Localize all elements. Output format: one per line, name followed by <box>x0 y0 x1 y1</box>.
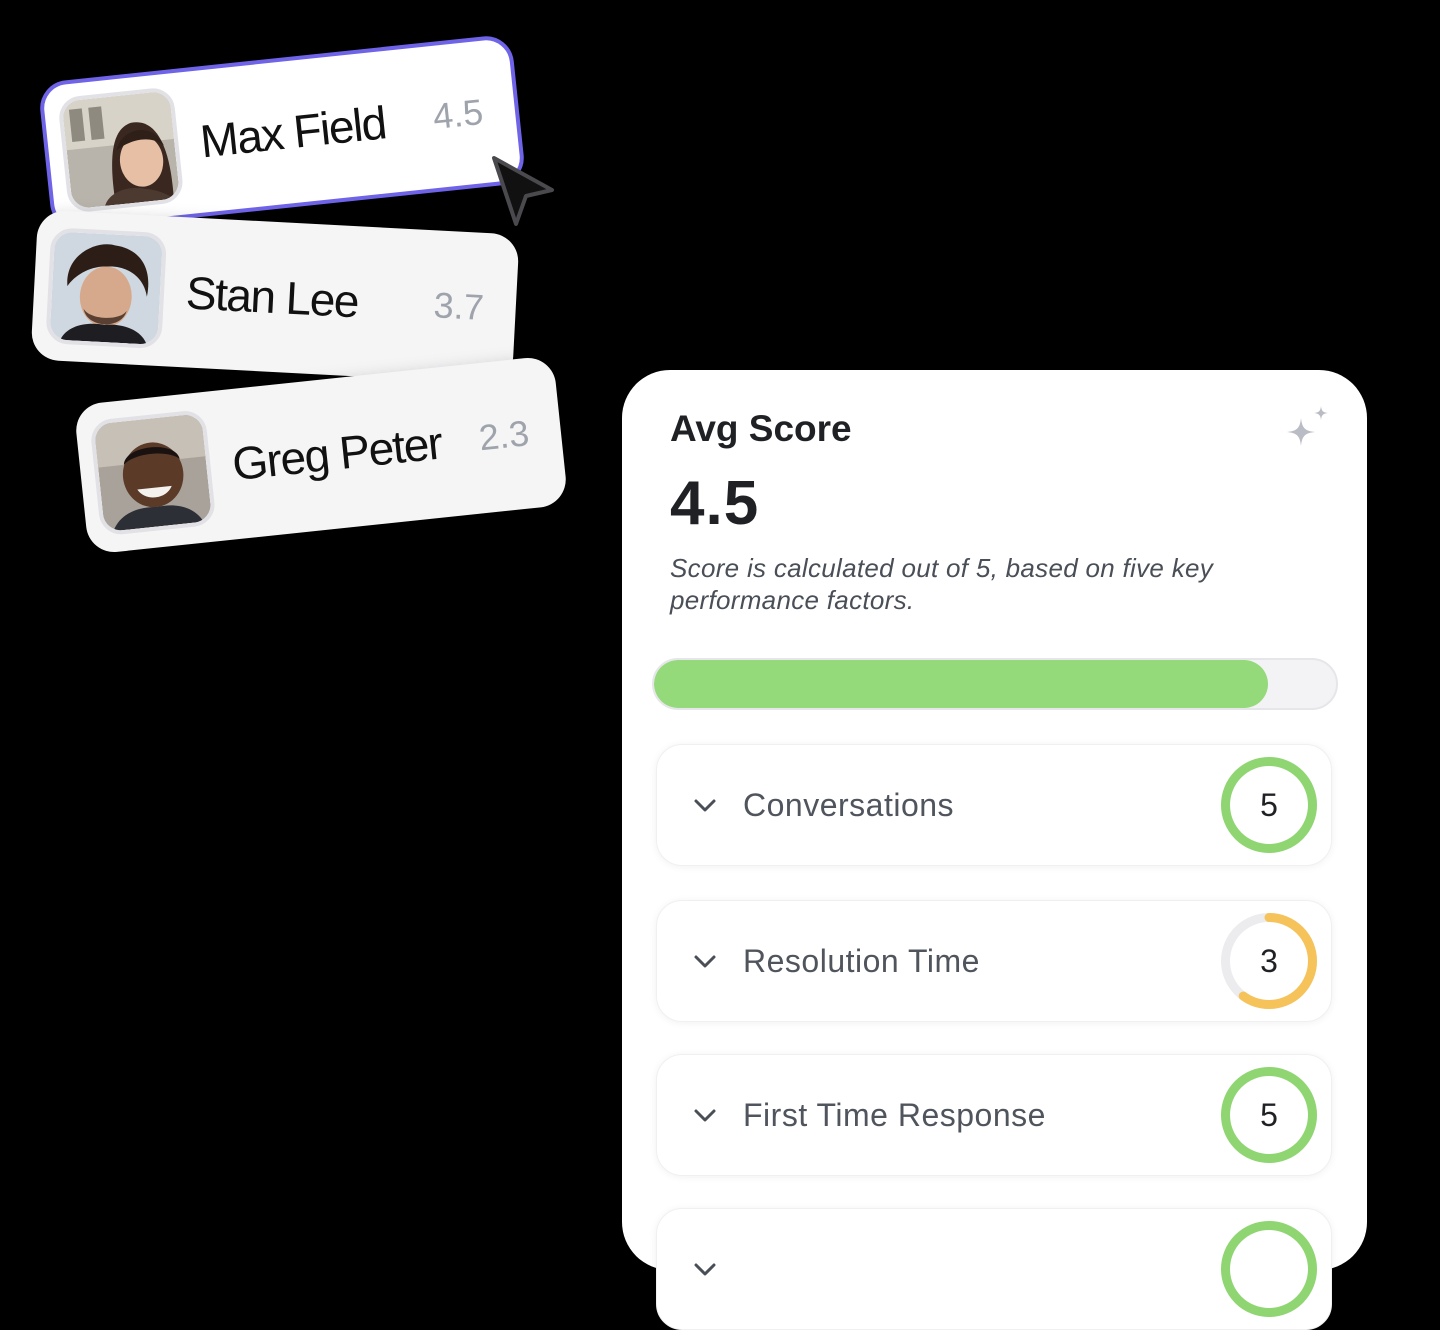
factor-score: 5 <box>1260 1097 1278 1133</box>
score-ring: 5 <box>1221 757 1317 853</box>
factor-label: First Time Response <box>743 1096 1046 1133</box>
factor-label: Resolution Time <box>743 942 980 979</box>
agent-name: Stan Lee <box>184 266 360 328</box>
avg-score-panel: Avg Score 4.5 Score is calculated out of… <box>622 370 1367 1330</box>
agent-name: Greg Peter <box>229 416 445 491</box>
chevron-down-icon[interactable] <box>691 1101 719 1129</box>
cursor-icon <box>492 156 554 226</box>
factor-row-resolution-time[interactable]: Resolution Time 3 <box>656 900 1332 1022</box>
agent-card-max-field[interactable]: Max Field 4.5 <box>37 33 527 233</box>
agent-score: 3.7 <box>432 284 485 328</box>
avg-score-value: 4.5 <box>670 469 760 538</box>
panel-title: Avg Score <box>670 408 852 449</box>
factor-score: 5 <box>1260 787 1278 823</box>
chevron-down-icon[interactable] <box>691 791 719 819</box>
sparkle-icon[interactable] <box>1281 404 1333 456</box>
agent-score: 4.5 <box>430 91 485 138</box>
factor-row-first-time-response[interactable]: First Time Response 5 <box>656 1054 1332 1176</box>
factor-row-partial[interactable] <box>656 1208 1332 1330</box>
avatar <box>57 86 185 214</box>
agent-card-greg-peter[interactable]: Greg Peter 2.3 <box>73 355 569 555</box>
avg-score-description: Score is calculated out of 5, based on f… <box>670 553 1214 615</box>
score-progress-bar <box>652 658 1338 710</box>
chevron-down-icon[interactable] <box>691 1255 719 1283</box>
score-ring: 3 <box>1221 913 1317 1009</box>
score-ring: 5 <box>1221 1067 1317 1163</box>
factor-score <box>1221 1221 1317 1317</box>
factor-score: 3 <box>1260 943 1278 979</box>
agent-score: 2.3 <box>476 412 531 459</box>
score-ring <box>1221 1221 1317 1317</box>
factor-row-conversations[interactable]: Conversations 5 <box>656 744 1332 866</box>
score-progress-fill <box>654 660 1268 708</box>
factor-label: Conversations <box>743 786 955 823</box>
agent-name: Max Field <box>197 96 389 168</box>
agent-card-stan-lee[interactable]: Stan Lee 3.7 <box>30 209 520 385</box>
chevron-down-icon[interactable] <box>691 947 719 975</box>
avatar <box>89 408 217 537</box>
avatar <box>45 227 168 350</box>
